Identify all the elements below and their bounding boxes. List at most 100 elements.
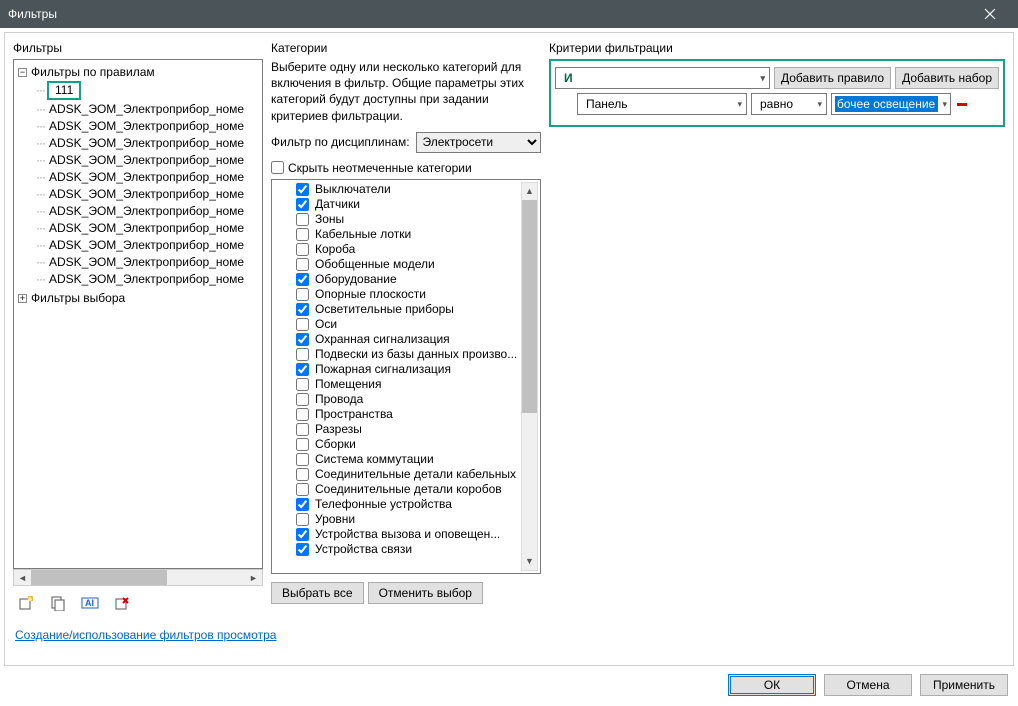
tree-root-rules[interactable]: − Фильтры по правилам <box>16 64 260 80</box>
category-checkbox[interactable] <box>296 438 309 451</box>
category-item[interactable]: Осветительные приборы <box>274 302 538 317</box>
close-button[interactable] <box>970 0 1010 28</box>
v-scrollbar[interactable]: ▲ ▼ <box>521 182 538 571</box>
category-checkbox[interactable] <box>296 333 309 346</box>
rule-operator-select[interactable]: равно▾ <box>751 93 827 115</box>
tree-item[interactable]: ADSK_ЭОМ_Электроприбор_номе <box>34 203 260 220</box>
cancel-button[interactable]: Отмена <box>824 674 912 696</box>
category-checkbox[interactable] <box>296 183 309 196</box>
rule-field-select[interactable]: Панель▾ <box>577 93 747 115</box>
category-label: Устройства вызова и оповещен... <box>315 527 500 542</box>
category-item[interactable]: Зоны <box>274 212 538 227</box>
scroll-thumb[interactable] <box>31 570 167 585</box>
category-list[interactable]: ВыключателиДатчикиЗоныКабельные лоткиКор… <box>271 179 541 574</box>
category-checkbox[interactable] <box>296 468 309 481</box>
new-filter-icon[interactable] <box>17 594 35 612</box>
category-item[interactable]: Устройства вызова и оповещен... <box>274 527 538 542</box>
tree-item[interactable]: ADSK_ЭОМ_Электроприбор_номе <box>34 118 260 135</box>
category-item[interactable]: Пожарная сигнализация <box>274 362 538 377</box>
category-checkbox[interactable] <box>296 483 309 496</box>
category-item[interactable]: Устройства связи <box>274 542 538 557</box>
scroll-up-icon[interactable]: ▲ <box>522 183 537 200</box>
category-checkbox[interactable] <box>296 408 309 421</box>
category-checkbox[interactable] <box>296 528 309 541</box>
category-item[interactable]: Провода <box>274 392 538 407</box>
category-item[interactable]: Опорные плоскости <box>274 287 538 302</box>
filters-panel: Фильтры − Фильтры по правилам 111 ADSK_Э… <box>13 41 263 620</box>
help-link[interactable]: Создание/использование фильтров просмотр… <box>15 628 276 642</box>
category-checkbox[interactable] <box>296 198 309 211</box>
category-checkbox[interactable] <box>296 258 309 271</box>
category-item[interactable]: Датчики <box>274 197 538 212</box>
ok-button[interactable]: ОК <box>728 674 816 696</box>
category-checkbox[interactable] <box>296 513 309 526</box>
category-checkbox[interactable] <box>296 363 309 376</box>
deselect-all-button[interactable]: Отменить выбор <box>368 582 483 604</box>
copy-filter-icon[interactable] <box>49 594 67 612</box>
tree-item[interactable]: ADSK_ЭОМ_Электроприбор_номе <box>34 271 260 288</box>
collapse-icon[interactable]: − <box>18 68 27 77</box>
tree-item-highlighted[interactable]: 111 <box>34 80 260 101</box>
rename-filter-icon[interactable]: AI <box>81 594 99 612</box>
category-item[interactable]: Оси <box>274 317 538 332</box>
tree-root-selection[interactable]: + Фильтры выбора <box>16 290 260 306</box>
category-checkbox[interactable] <box>296 303 309 316</box>
v-scroll-thumb[interactable] <box>522 200 537 413</box>
category-checkbox[interactable] <box>296 288 309 301</box>
category-checkbox[interactable] <box>296 348 309 361</box>
category-item[interactable]: Подвески из базы данных произво... <box>274 347 538 362</box>
tree-item[interactable]: ADSK_ЭОМ_Электроприбор_номе <box>34 169 260 186</box>
category-item[interactable]: Оборудование <box>274 272 538 287</box>
select-all-button[interactable]: Выбрать все <box>271 582 364 604</box>
category-item[interactable]: Разрезы <box>274 422 538 437</box>
category-item[interactable]: Охранная сигнализация <box>274 332 538 347</box>
category-item[interactable]: Кабельные лотки <box>274 227 538 242</box>
remove-rule-button[interactable] <box>955 97 969 111</box>
category-checkbox[interactable] <box>296 318 309 331</box>
apply-button[interactable]: Применить <box>920 674 1008 696</box>
category-item[interactable]: Короба <box>274 242 538 257</box>
category-item[interactable]: Система коммутации <box>274 452 538 467</box>
tree-item[interactable]: ADSK_ЭОМ_Электроприбор_номе <box>34 237 260 254</box>
category-checkbox[interactable] <box>296 273 309 286</box>
add-rule-button[interactable]: Добавить правило <box>774 67 891 89</box>
tree-item[interactable]: ADSK_ЭОМ_Электроприбор_номе <box>34 135 260 152</box>
category-checkbox[interactable] <box>296 543 309 556</box>
category-checkbox[interactable] <box>296 378 309 391</box>
tree-item[interactable]: ADSK_ЭОМ_Электроприбор_номе <box>34 254 260 271</box>
category-checkbox[interactable] <box>296 213 309 226</box>
hide-unchecked-label: Скрыть неотмеченные категории <box>288 161 472 175</box>
category-item[interactable]: Сборки <box>274 437 538 452</box>
category-item[interactable]: Соединительные детали коробов <box>274 482 538 497</box>
add-set-button[interactable]: Добавить набор <box>895 67 999 89</box>
category-item[interactable]: Уровни <box>274 512 538 527</box>
tree-item[interactable]: ADSK_ЭОМ_Электроприбор_номе <box>34 101 260 118</box>
expand-icon[interactable]: + <box>18 294 27 303</box>
category-checkbox[interactable] <box>296 453 309 466</box>
hide-unchecked-checkbox[interactable] <box>271 161 284 174</box>
tree-item[interactable]: ADSK_ЭОМ_Электроприбор_номе <box>34 152 260 169</box>
category-item[interactable]: Пространства <box>274 407 538 422</box>
tree-item[interactable]: ADSK_ЭОМ_Электроприбор_номе <box>34 186 260 203</box>
discipline-select[interactable]: Электросети <box>416 132 541 153</box>
category-label: Короба <box>315 242 355 257</box>
category-item[interactable]: Помещения <box>274 377 538 392</box>
category-item[interactable]: Телефонные устройства <box>274 497 538 512</box>
category-checkbox[interactable] <box>296 393 309 406</box>
scroll-left-icon[interactable]: ◄ <box>14 570 31 585</box>
category-checkbox[interactable] <box>296 423 309 436</box>
category-checkbox[interactable] <box>296 228 309 241</box>
category-item[interactable]: Выключатели <box>274 182 538 197</box>
category-item[interactable]: Обобщенные модели <box>274 257 538 272</box>
category-checkbox[interactable] <box>296 243 309 256</box>
logic-operator-select[interactable]: И▾ <box>555 67 770 89</box>
scroll-down-icon[interactable]: ▼ <box>522 553 537 570</box>
category-checkbox[interactable] <box>296 498 309 511</box>
scroll-right-icon[interactable]: ► <box>245 570 262 585</box>
category-item[interactable]: Соединительные детали кабельных <box>274 467 538 482</box>
filter-tree[interactable]: − Фильтры по правилам 111 ADSK_ЭОМ_Элект… <box>13 59 263 569</box>
delete-filter-icon[interactable] <box>113 594 131 612</box>
rule-value-select[interactable]: бочее освещение▾ <box>831 93 951 115</box>
h-scrollbar[interactable]: ◄ ► <box>13 569 263 586</box>
tree-item[interactable]: ADSK_ЭОМ_Электроприбор_номе <box>34 220 260 237</box>
